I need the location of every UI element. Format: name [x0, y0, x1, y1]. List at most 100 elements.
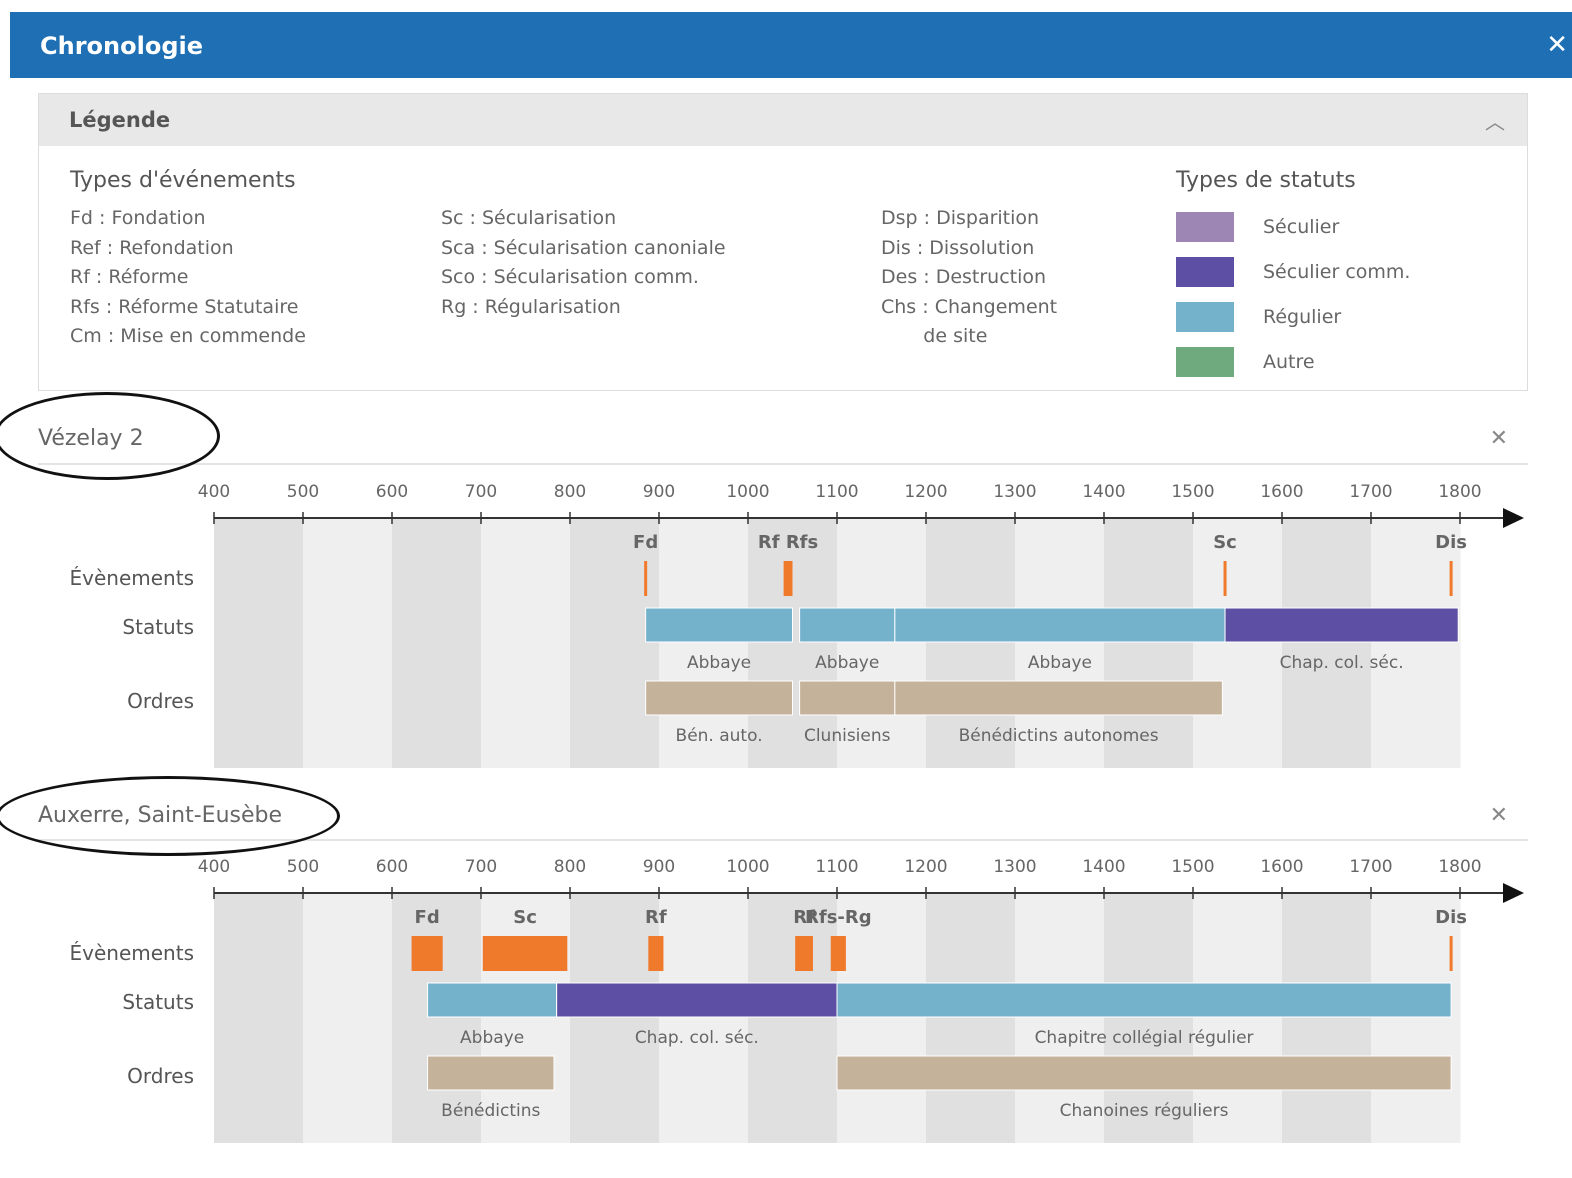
status-swatch-regulier — [1176, 302, 1234, 332]
chevron-up-icon[interactable]: ︿ — [1485, 106, 1505, 135]
annotation-ellipse — [0, 392, 220, 480]
axis-tick-label: 400 — [198, 857, 230, 877]
legend-event-chs-cont: de site — [881, 325, 988, 347]
status-types-title: Types de statuts — [1176, 168, 1356, 193]
order-bar — [645, 680, 794, 716]
century-band — [303, 518, 393, 768]
window-titlebar: Chronologie ✕ — [10, 12, 1572, 78]
axis-tick-label: 1700 — [1349, 857, 1392, 877]
legend-event-cm: Cm : Mise en commende — [70, 325, 306, 347]
axis-tick-label: 700 — [465, 857, 497, 877]
axis-tick-label: 800 — [554, 482, 586, 502]
century-band — [1282, 518, 1372, 768]
event-marker — [648, 936, 664, 971]
order-bar — [894, 680, 1223, 716]
event-marker — [795, 936, 813, 971]
legend-event-rfs: Rfs : Réforme Statutaire — [70, 295, 299, 318]
close-timeline-1-icon[interactable]: ✕ — [1490, 426, 1508, 451]
event-label: Fd — [415, 907, 440, 928]
axis-tick-label: 500 — [287, 482, 319, 502]
axis-tick-label: 1200 — [904, 482, 947, 502]
axis-tick-label: 1600 — [1260, 482, 1303, 502]
axis-tick-label: 1300 — [993, 482, 1036, 502]
axis-tick-label: 900 — [643, 857, 675, 877]
legend-event-chs: Chs : Changement — [881, 295, 1058, 318]
event-marker — [783, 561, 793, 596]
status-bar — [645, 607, 794, 643]
axis-tick-label: 1200 — [904, 857, 947, 877]
event-marker — [411, 936, 443, 971]
status-bar-label: Abbaye — [1028, 653, 1092, 673]
divider — [38, 463, 1528, 465]
order-bar-label: Chanoines réguliers — [1060, 1101, 1229, 1121]
event-label: Rf — [645, 907, 667, 928]
century-band — [214, 893, 304, 1143]
axis-tick-label: 900 — [643, 482, 675, 502]
event-label: Rf Rfs — [758, 532, 818, 553]
window-title: Chronologie — [40, 32, 203, 60]
century-band — [392, 518, 482, 768]
axis-tick-label: 1100 — [815, 857, 858, 877]
status-label-seculier-comm: Séculier comm. — [1263, 261, 1411, 283]
status-bar — [556, 982, 838, 1018]
order-bar — [836, 1055, 1452, 1091]
axis-tick-label: 800 — [554, 857, 586, 877]
status-label-regulier: Régulier — [1263, 306, 1342, 328]
event-marker — [1449, 561, 1453, 596]
event-label: Dis — [1435, 907, 1467, 928]
legend-event-fd: Fd : Fondation — [70, 207, 206, 229]
century-band — [1282, 893, 1372, 1143]
axis-tick-label: 600 — [376, 482, 408, 502]
status-label-seculier: Séculier — [1263, 216, 1340, 238]
century-band — [570, 893, 660, 1143]
legend-event-des: Des : Destruction — [881, 266, 1047, 288]
event-label: Rfs-Rg — [805, 907, 872, 928]
event-marker — [830, 936, 846, 971]
event-marker — [482, 936, 568, 971]
axis-tick-label: 1000 — [726, 857, 769, 877]
axis-tick-label: 400 — [198, 482, 230, 502]
legend-header[interactable]: Légende ︿ — [39, 94, 1527, 146]
event-label: Dis — [1435, 532, 1467, 553]
event-marker — [1223, 561, 1227, 596]
axis-tick-label: 500 — [287, 857, 319, 877]
close-timeline-2-icon[interactable]: ✕ — [1490, 803, 1508, 828]
century-band — [214, 518, 304, 768]
axis-arrow-icon — [1503, 883, 1524, 903]
status-bar-label: Chap. col. séc. — [635, 1028, 759, 1048]
axis-tick-label: 1400 — [1082, 857, 1125, 877]
event-types-column-2: Sc : Sécularisation Sca : Sécularisation… — [441, 204, 726, 322]
status-bar-label: Chapitre collégial régulier — [1035, 1028, 1254, 1048]
status-bar — [427, 982, 558, 1018]
century-band — [659, 893, 749, 1143]
order-bar-label: Clunisiens — [804, 726, 891, 746]
axis-tick-label: 1700 — [1349, 482, 1392, 502]
status-bar-label: Abbaye — [460, 1028, 524, 1048]
legend-event-rf: Rf : Réforme — [70, 266, 189, 288]
century-band — [1193, 518, 1283, 768]
axis-tick-label: 1100 — [815, 482, 858, 502]
event-label: Sc — [1213, 532, 1237, 553]
century-band — [1371, 893, 1461, 1143]
legend-panel: Légende ︿ Types d'événements Fd : Fondat… — [38, 93, 1528, 391]
event-label: Fd — [633, 532, 658, 553]
century-band — [303, 893, 393, 1143]
annotation-ellipse — [0, 776, 340, 856]
century-band — [481, 518, 571, 768]
status-swatch-autre — [1176, 347, 1234, 377]
axis-tick-label: 1800 — [1438, 857, 1481, 877]
event-marker — [644, 561, 648, 596]
order-bar-label: Bénédictins autonomes — [959, 726, 1159, 746]
status-swatch-seculier-comm — [1176, 257, 1234, 287]
axis-arrow-icon — [1503, 508, 1524, 528]
century-band — [837, 893, 927, 1143]
close-icon[interactable]: ✕ — [1546, 30, 1568, 60]
event-marker — [1449, 936, 1453, 971]
legend-event-sca: Sca : Sécularisation canoniale — [441, 236, 726, 259]
status-bar — [836, 982, 1452, 1018]
event-label: Sc — [513, 907, 537, 928]
status-label-autre: Autre — [1263, 351, 1315, 373]
legend-event-dis: Dis : Dissolution — [881, 236, 1035, 259]
status-bar — [1224, 607, 1459, 643]
axis-tick-label: 600 — [376, 857, 408, 877]
